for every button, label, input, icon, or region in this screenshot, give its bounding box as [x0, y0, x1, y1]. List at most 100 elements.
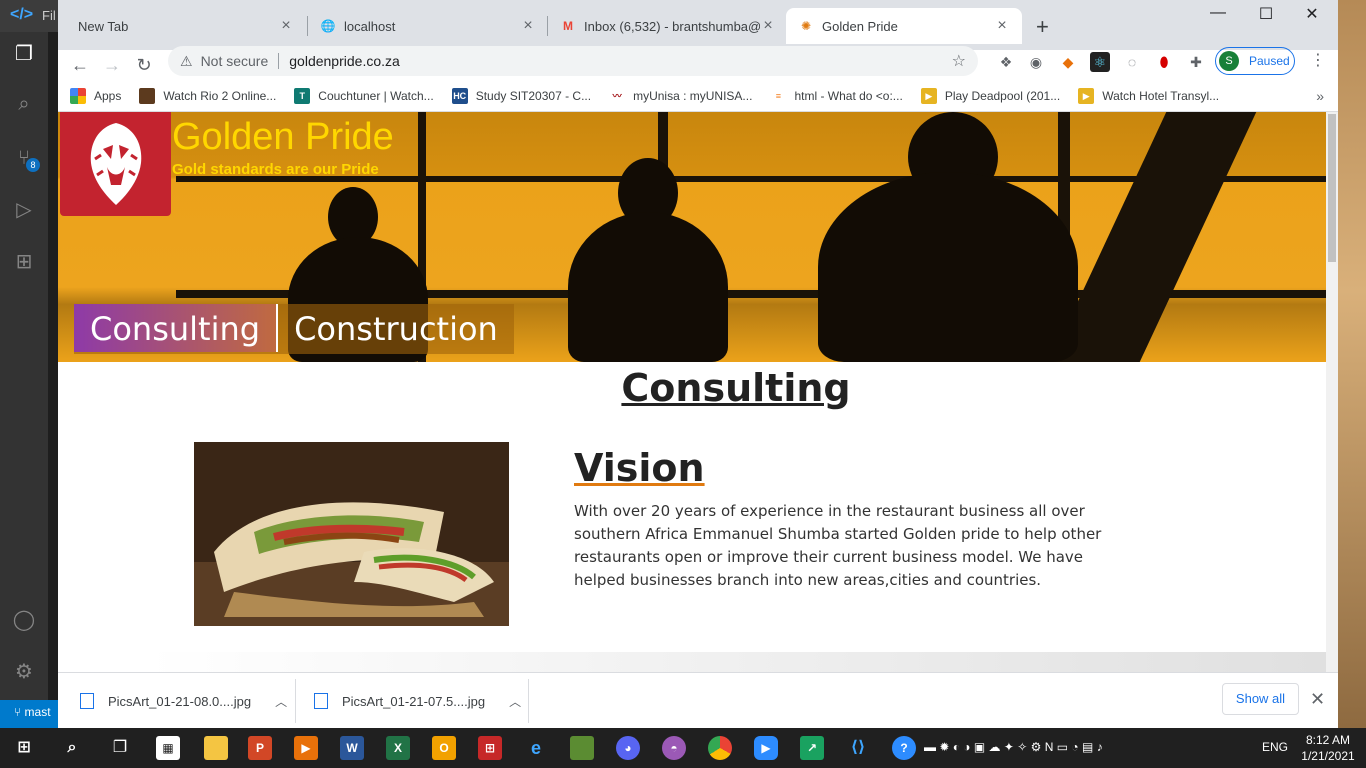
web-page: Golden Pride Gold standards are our Prid… [58, 112, 1326, 672]
forward-arrow-icon[interactable]: → [96, 55, 128, 76]
security-label[interactable]: Not secure [201, 53, 269, 69]
tab-new-tab[interactable]: New Tab × [66, 8, 306, 44]
download-item[interactable]: PicsArt_01-21-08.0....jpg ︿ [80, 673, 287, 728]
bookmark-label: Watch Rio 2 Online... [163, 88, 277, 103]
word-icon[interactable]: W [340, 736, 364, 760]
tab-localhost[interactable]: 🌐 localhost × [308, 8, 548, 44]
bookmark-apps[interactable]: Apps [70, 87, 121, 104]
help-icon[interactable]: ? [892, 736, 916, 760]
system-clock[interactable]: 8:12 AM 1/21/2021 [1296, 732, 1360, 764]
chevron-up-icon[interactable]: ︿ [275, 693, 287, 710]
discord-icon[interactable]: ◕ [616, 736, 640, 760]
tab-close-icon[interactable]: × [520, 17, 536, 35]
page-scrollbar[interactable] [1326, 112, 1338, 672]
extensions-icon[interactable]: ⊞ [12, 250, 36, 274]
new-tab-plus-icon[interactable]: + [1036, 14, 1049, 40]
camera-extension-icon[interactable]: ◉ [1026, 52, 1046, 72]
chrome-icon[interactable] [708, 736, 732, 760]
vision-paragraph: With over 20 years of experience in the … [574, 502, 1102, 589]
bookmark-item[interactable]: ≡ html - What do <o:... [770, 88, 903, 104]
tab-strip: New Tab × 🌐 localhost × M Inbox (6,532) … [58, 0, 1338, 50]
tab-close-icon[interactable]: × [760, 17, 776, 35]
tab-gmail-inbox[interactable]: M Inbox (6,532) - brantshumba@gmail.com … [548, 8, 788, 44]
powerpoint-icon[interactable]: P [248, 736, 272, 760]
reload-icon[interactable]: ↻ [128, 55, 160, 76]
play-icon: ▶ [1078, 87, 1095, 104]
search-icon[interactable]: ⌕ [12, 92, 36, 116]
scrollbar-thumb[interactable] [1328, 114, 1336, 262]
bookmark-item[interactable]: ▶ Play Deadpool (201... [920, 87, 1060, 104]
bookmark-item[interactable]: ▶ Watch Hotel Transyl... [1078, 87, 1219, 104]
git-extension-icon[interactable]: ◆ [1058, 52, 1078, 72]
puzzle-extensions-icon[interactable]: ✚ [1186, 52, 1206, 72]
app-icon[interactable]: ⊞ [478, 736, 502, 760]
opera-extension-icon[interactable]: ⬮ [1154, 52, 1174, 72]
bookmark-label: myUnisa : myUNISA... [633, 88, 753, 103]
download-filename: PicsArt_01-21-07.5....jpg [342, 693, 486, 709]
unisa-icon: 〰 [612, 90, 622, 101]
chart-app-icon[interactable]: ↗ [800, 736, 824, 760]
tray-icons[interactable]: ▬ ✹ ◐ ◑ ▣ ☁ ✦ ✧ ⚙ N ▭ ◔ ▤ ♪ [924, 740, 1103, 754]
file-explorer-icon[interactable] [204, 736, 228, 760]
minecraft-icon[interactable] [570, 736, 594, 760]
bookmark-item[interactable]: HC Study SIT20307 - C... [451, 87, 591, 104]
tab-close-icon[interactable]: × [278, 17, 294, 35]
edge-icon[interactable]: e [524, 736, 548, 760]
app-cat-icon[interactable]: ◓ [662, 736, 686, 760]
back-arrow-icon[interactable]: ← [64, 55, 96, 76]
search-icon[interactable]: ⌕ [60, 736, 84, 760]
tab-title: localhost [344, 18, 396, 34]
minimize-icon[interactable]: — [1198, 4, 1238, 22]
excel-icon[interactable]: X [386, 736, 410, 760]
shawarma-photo [194, 442, 509, 626]
react-devtools-icon[interactable]: ⚛ [1090, 52, 1110, 72]
profile-button[interactable]: S Paused [1215, 47, 1295, 75]
windows-start-icon[interactable]: ⊞ [12, 736, 36, 760]
bookmark-item[interactable]: Watch Rio 2 Online... [139, 87, 277, 104]
image-file-icon [314, 693, 328, 709]
tab-title: Inbox (6,532) - brantshumba@gmail.com [584, 18, 760, 34]
more-bookmarks-icon[interactable]: » [1316, 88, 1324, 104]
vscode-menu-file[interactable]: Fil [42, 8, 56, 23]
warning-triangle-icon[interactable]: ⚠ [180, 53, 193, 70]
task-view-icon[interactable]: ❐ [108, 736, 132, 760]
bookmark-item[interactable]: T Couchtuner | Watch... [294, 87, 434, 104]
clock-date: 1/21/2021 [1301, 749, 1355, 763]
close-window-icon[interactable]: ✕ [1292, 4, 1332, 24]
show-all-button[interactable]: Show all [1222, 683, 1299, 715]
run-debug-icon[interactable]: ▷ [12, 198, 36, 222]
main-nav: Consulting Construction [74, 304, 514, 354]
download-item[interactable]: PicsArt_01-21-07.5....jpg ︿ [314, 673, 521, 728]
lion-logo[interactable] [60, 112, 171, 216]
outlook-icon[interactable]: O [432, 736, 456, 760]
divider [528, 679, 529, 723]
close-downloads-icon[interactable]: ✕ [1310, 689, 1325, 710]
circle-extension-icon[interactable]: ◌ [1122, 52, 1142, 72]
food-wrap-image [194, 442, 509, 626]
maximize-icon[interactable]: ☐ [1246, 4, 1286, 24]
store-icon[interactable]: ▦ [156, 736, 180, 760]
bookmark-star-icon[interactable]: ☆ [952, 51, 966, 71]
stackoverflow-icon: ≡ [775, 90, 782, 101]
nav-consulting[interactable]: Consulting [74, 304, 279, 352]
address-bar[interactable]: ⚠ Not secure goldenpride.co.za ☆ [168, 46, 978, 76]
zoom-icon[interactable]: ▶ [754, 736, 778, 760]
language-indicator[interactable]: ENG [1262, 740, 1288, 754]
bookmark-item[interactable]: 〰 myUnisa : myUNISA... [609, 88, 753, 104]
tab-golden-pride[interactable]: ✺ Golden Pride × [786, 8, 1022, 44]
settings-gear-icon[interactable]: ⚙ [12, 660, 36, 684]
vscode-icon[interactable]: ⟨⟩ [846, 736, 870, 760]
kebab-menu-icon[interactable]: ⋮ [1310, 50, 1326, 70]
tab-close-icon[interactable]: × [994, 17, 1010, 35]
account-icon[interactable]: ◯ [12, 608, 36, 632]
globe-icon: 🌐 [320, 19, 336, 33]
chevron-up-icon[interactable]: ︿ [509, 693, 521, 710]
dropbox-extension-icon[interactable]: ❖ [996, 52, 1016, 72]
source-control-badge: 8 [26, 158, 40, 172]
vscode-status-branch[interactable]: ⑂ mast [0, 700, 60, 728]
media-player-icon[interactable]: ▶ [294, 736, 318, 760]
worker-body [818, 172, 1078, 362]
nav-construction[interactable]: Construction [278, 304, 514, 352]
explorer-icon[interactable]: ❐ [12, 42, 36, 66]
url-text[interactable]: goldenpride.co.za [278, 53, 400, 69]
